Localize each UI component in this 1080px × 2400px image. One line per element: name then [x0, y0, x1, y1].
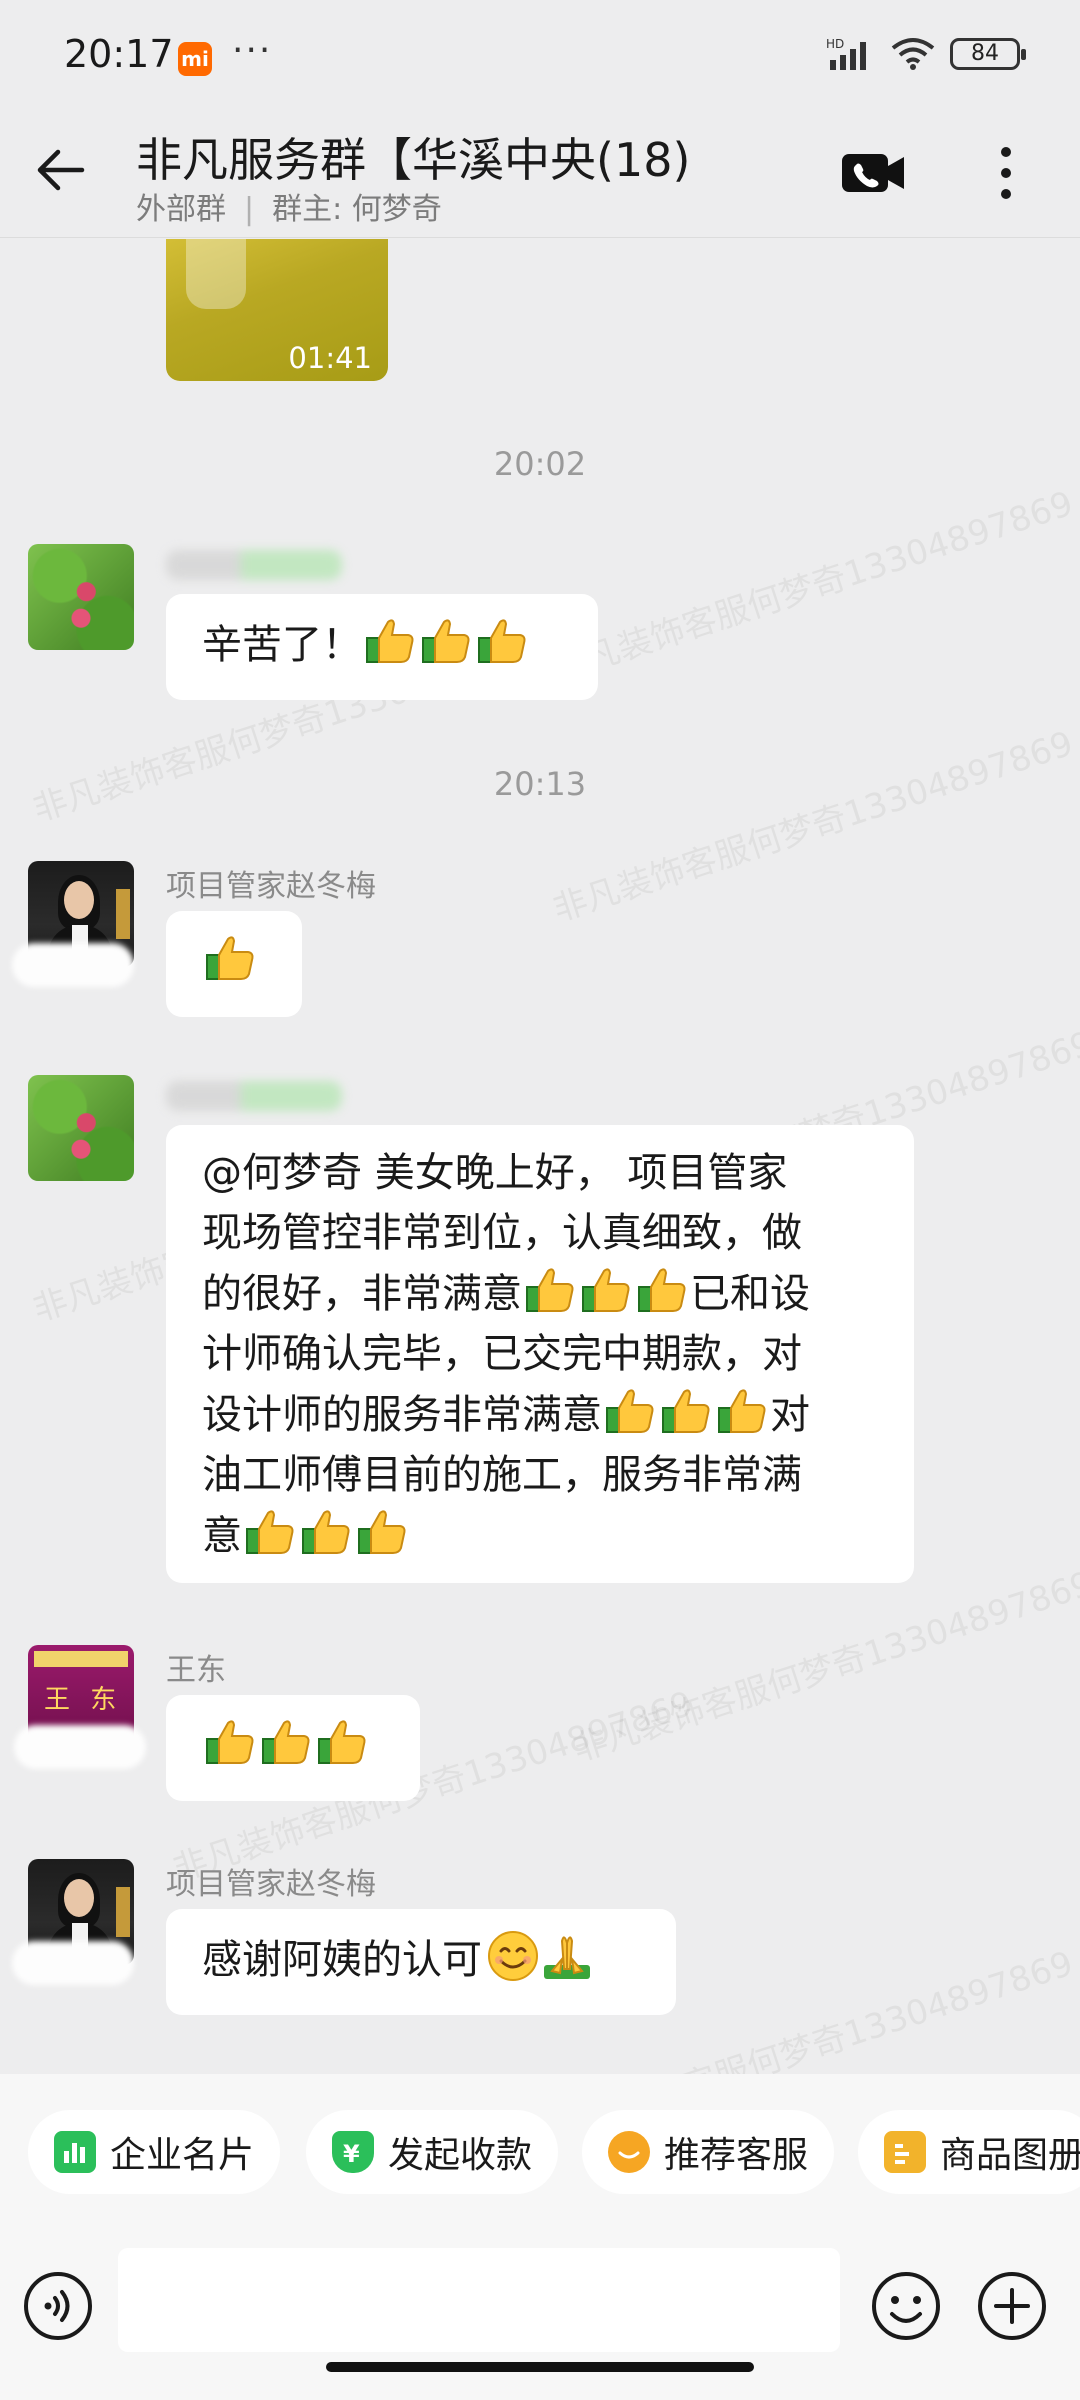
more-notifications-icon: ··· — [232, 30, 273, 71]
message-line: 的很好，非常满意 已和设 — [202, 1263, 878, 1324]
message-row: 王 东 王东 — [0, 1645, 1080, 1825]
sender-name: 项目管家赵冬梅 — [166, 1867, 376, 1902]
thumbs-up-icon — [638, 1268, 686, 1312]
svg-text:¥: ¥ — [343, 2140, 360, 2168]
quick-action-collect-payment[interactable]: ¥ 发起收款 — [306, 2110, 559, 2194]
thumbs-up-icon — [422, 619, 470, 663]
quick-action-label: 推荐客服 — [664, 2135, 809, 2176]
wifi-icon — [891, 38, 935, 70]
blurred-overlay — [14, 1725, 146, 1769]
status-bar: 20:17 mi ··· HD 84 — [0, 0, 1080, 118]
sender-name-blurred — [166, 1081, 342, 1111]
voice-input-icon[interactable] — [22, 2270, 94, 2342]
signal-icon: HD — [826, 37, 866, 70]
quick-action-product-catalog[interactable]: 商品图册 — [858, 2110, 1080, 2194]
thumbs-up-icon — [358, 1510, 406, 1554]
video-preview-object — [186, 239, 246, 309]
thumbs-up-icon — [606, 1389, 654, 1433]
chat-subtitle: 外部群 | 群主: 何梦奇 — [136, 184, 442, 228]
praying-hands-icon — [544, 1936, 590, 1979]
message-row: 项目管家赵冬梅 — [0, 861, 1080, 1031]
thumbs-up-icon — [302, 1510, 350, 1554]
status-indicators: HD 84 — [826, 36, 1026, 72]
message-line: 计师确认完毕，已交完中期款，对 — [202, 1331, 802, 1377]
video-duration: 01:41 — [288, 341, 372, 375]
catalog-icon — [884, 2131, 926, 2173]
plus-icon[interactable] — [976, 2270, 1048, 2342]
blurred-overlay — [12, 1941, 134, 1985]
status-time: 20:17 — [64, 32, 174, 76]
mi-notification-icon: mi — [178, 42, 212, 76]
thumbs-up-icon — [582, 1268, 630, 1312]
message-bubble[interactable]: 辛苦了！ — [166, 594, 598, 700]
back-arrow-icon[interactable] — [30, 138, 94, 202]
thumbs-up-icon — [526, 1268, 574, 1312]
thumbs-up-icon — [262, 1720, 310, 1764]
smiling-face-icon — [488, 1931, 538, 1981]
divider: | — [244, 192, 255, 227]
input-bar — [0, 2220, 1080, 2400]
sender-name-blurred — [166, 550, 342, 580]
thumbs-up-icon — [478, 619, 526, 663]
group-owner-label: 群主: 何梦奇 — [272, 192, 442, 227]
message-text: 感谢阿姨的认可 — [202, 1937, 482, 1983]
message-line: 设计师的服务非常满意对 — [202, 1384, 878, 1445]
business-card-icon — [54, 2131, 96, 2173]
sender-name: 王东 — [166, 1653, 226, 1688]
thumbs-up-icon — [246, 1510, 294, 1554]
message-bubble[interactable]: 感谢阿姨的认可 — [166, 1909, 676, 2015]
message-row: 辛苦了！ — [0, 544, 1080, 714]
message-line: @何梦奇 美女晚上好， 项目管家 — [202, 1150, 788, 1196]
chat-header: 非凡服务群【华溪中央(18) 外部群 | 群主: 何梦奇 — [0, 118, 1080, 238]
message-line: 油工师傅目前的施工，服务非常满 — [202, 1452, 802, 1498]
message-list[interactable]: 非凡装饰客服何梦奇13304897869 非凡装饰客服何梦奇1330489786… — [0, 239, 1080, 2074]
quick-action-label: 商品图册 — [940, 2135, 1080, 2176]
blurred-overlay — [12, 943, 134, 987]
avatar[interactable] — [28, 1075, 134, 1181]
chat-bubble-icon — [608, 2131, 650, 2173]
message-line: 现场管控非常到位，认真细致，做 — [202, 1210, 802, 1256]
payment-shield-icon: ¥ — [332, 2131, 374, 2173]
chat-title: 非凡服务群【华溪中央(18) — [136, 133, 691, 187]
avatar[interactable] — [28, 544, 134, 650]
message-bubble[interactable] — [166, 1695, 420, 1801]
avatar-text: 王 东 — [44, 1685, 123, 1715]
thumbs-up-icon — [718, 1389, 766, 1433]
timestamp-separator: 20:02 — [493, 445, 587, 483]
quick-action-label: 发起收款 — [388, 2135, 533, 2176]
thumbs-up-icon — [206, 936, 254, 980]
quick-action-recommend-service[interactable]: 推荐客服 — [582, 2110, 835, 2194]
message-row: 项目管家赵冬梅 感谢阿姨的认可 — [0, 1859, 1080, 2029]
thumbs-up-icon — [318, 1720, 366, 1764]
thumbs-up-icon — [206, 1720, 254, 1764]
timestamp-separator: 20:13 — [493, 765, 587, 803]
thumbs-up-icon — [366, 619, 414, 663]
message-bubble[interactable]: @何梦奇 美女晚上好， 项目管家 现场管控非常到位，认真细致，做 的很好，非常满… — [166, 1125, 914, 1583]
message-text: 辛苦了！ — [202, 622, 362, 668]
sender-name: 项目管家赵冬梅 — [166, 869, 376, 904]
quick-action-business-card[interactable]: 企业名片 — [28, 2110, 281, 2194]
group-type-label: 外部群 — [136, 192, 226, 227]
message-row: @何梦奇 美女晚上好， 项目管家 现场管控非常到位，认真细致，做 的很好，非常满… — [0, 1075, 1080, 1675]
message-line: 意 — [202, 1505, 878, 1566]
thumbs-up-emoji-group — [362, 619, 530, 668]
more-options-icon[interactable] — [986, 142, 1026, 204]
video-call-icon[interactable] — [838, 146, 908, 200]
svg-text:HD: HD — [826, 37, 844, 51]
message-bubble[interactable] — [166, 911, 302, 1017]
quick-actions-bar: 企业名片 ¥ 发起收款 推荐客服 商品图册 — [0, 2074, 1080, 2220]
message-input[interactable] — [118, 2248, 840, 2352]
quick-action-label: 企业名片 — [110, 2135, 255, 2176]
thumbs-up-icon — [662, 1389, 710, 1433]
video-message-thumbnail[interactable]: 01:41 — [166, 239, 388, 381]
home-indicator[interactable] — [326, 2362, 754, 2372]
battery-icon: 84 — [950, 38, 1026, 70]
emoji-icon[interactable] — [870, 2270, 942, 2342]
